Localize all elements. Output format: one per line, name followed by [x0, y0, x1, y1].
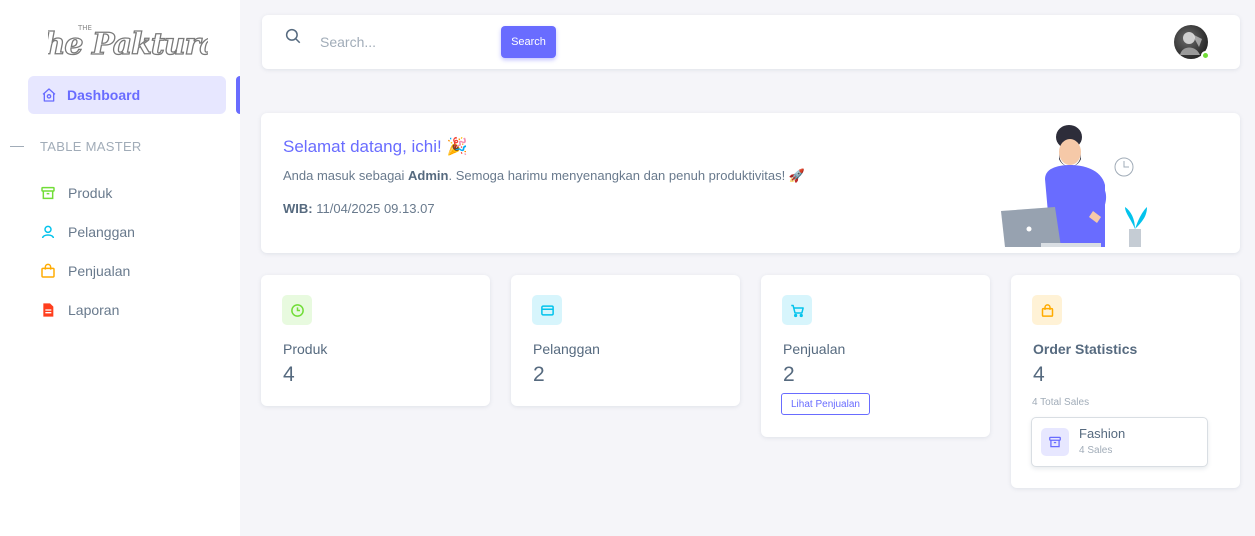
sidebar-item-pelanggan[interactable]: Pelanggan	[40, 220, 135, 244]
file-icon	[40, 302, 56, 318]
search-icon	[284, 27, 302, 50]
stat-label: Produk	[283, 341, 328, 357]
category-name: Fashion	[1079, 426, 1126, 441]
stat-value: 4	[1033, 363, 1045, 386]
cart-icon	[782, 295, 812, 325]
order-statistics-card: Order Statistics 4 4 Total Sales Fashion…	[1011, 275, 1240, 488]
view-sales-button[interactable]: Lihat Penjualan	[781, 393, 870, 415]
welcome-title: Selamat datang, ichi! 🎉	[283, 137, 468, 156]
user-icon	[40, 224, 56, 240]
search-input[interactable]	[320, 31, 490, 53]
sidebar: The Pakturas THE Dashboard TABLE MASTER …	[0, 0, 240, 536]
archive-icon	[40, 185, 56, 201]
sidebar-item-laporan[interactable]: Laporan	[40, 298, 119, 322]
stat-label: Penjualan	[783, 341, 846, 357]
sidebar-item-produk[interactable]: Produk	[40, 181, 112, 205]
sidebar-item-label: Dashboard	[67, 87, 141, 103]
stat-value: 2	[783, 363, 795, 386]
shopping-bag-icon	[1032, 295, 1062, 325]
wallet-icon	[532, 295, 562, 325]
sidebar-section-header: TABLE MASTER	[10, 139, 142, 154]
archive-icon	[1041, 428, 1069, 456]
clock-icon	[282, 295, 312, 325]
welcome-time: WIB: 11/04/2025 09.13.07	[283, 201, 435, 216]
svg-text:THE: THE	[77, 24, 92, 32]
stat-label: Order Statistics	[1033, 341, 1138, 357]
sidebar-item-penjualan[interactable]: Penjualan	[40, 259, 130, 283]
category-sales: 4 Sales	[1079, 445, 1113, 456]
brand-logo[interactable]: The Pakturas THE	[48, 18, 208, 66]
stat-value: 4	[283, 363, 295, 386]
svg-text:The Pakturas: The Pakturas	[48, 27, 208, 62]
welcome-message: Anda masuk sebagai Admin. Semoga harimu …	[283, 168, 806, 183]
top-navbar: Search	[262, 15, 1240, 69]
shopping-bag-icon	[40, 263, 56, 279]
search-button[interactable]: Search	[501, 26, 556, 58]
man-with-laptop-illustration	[1001, 125, 1147, 247]
stat-value: 2	[533, 363, 545, 386]
welcome-card: Selamat datang, ichi! 🎉 Anda masuk sebag…	[261, 113, 1240, 253]
home-icon	[41, 87, 57, 103]
category-item: Fashion 4 Sales	[1031, 417, 1208, 467]
stat-card-pelanggan: Pelanggan 2	[511, 275, 740, 406]
online-status-dot	[1201, 51, 1210, 60]
active-indicator	[236, 76, 240, 114]
stat-card-penjualan: Penjualan 2 Lihat Penjualan	[761, 275, 990, 437]
stat-label: Pelanggan	[533, 341, 600, 357]
total-sales-note: 4 Total Sales	[1032, 397, 1090, 408]
stat-card-produk: Produk 4	[261, 275, 490, 406]
sidebar-item-dashboard[interactable]: Dashboard	[28, 76, 226, 114]
